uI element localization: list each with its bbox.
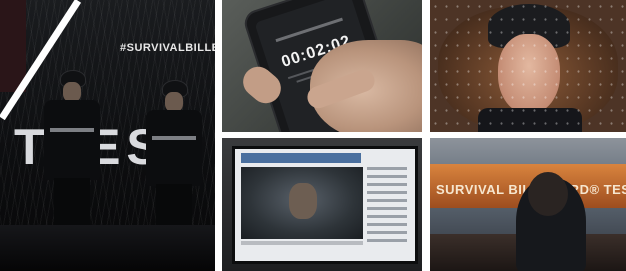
jacket	[44, 100, 100, 180]
jacket-stripe	[152, 136, 196, 140]
sidebar-comments	[367, 167, 407, 247]
billboard-photo-panel: #SURVIVALBILLBO TTEST	[0, 0, 215, 271]
snow-overlay	[430, 0, 626, 132]
video-face	[289, 183, 317, 219]
jacket	[146, 110, 202, 186]
image-collage: #SURVIVALBILLBO TTEST 00:02:02	[0, 0, 626, 271]
video-title-bar	[241, 153, 361, 163]
livestream-monitor-panel	[222, 138, 422, 271]
person-left	[40, 70, 104, 250]
monitor	[232, 146, 418, 264]
viewer-head	[528, 172, 568, 216]
video-player	[241, 167, 363, 239]
night-billboard-panel: SURVIVAL BILLBOARD® TEST	[430, 138, 626, 271]
windswept-face-panel	[430, 0, 626, 132]
ground	[0, 225, 215, 271]
billboard-hashtag: #SURVIVALBILLBO	[120, 42, 215, 54]
video-controls-bar	[241, 241, 363, 245]
face	[165, 92, 183, 112]
jacket-stripe	[50, 128, 94, 132]
face	[63, 82, 81, 102]
phone-photo-panel: 00:02:02	[222, 0, 422, 132]
